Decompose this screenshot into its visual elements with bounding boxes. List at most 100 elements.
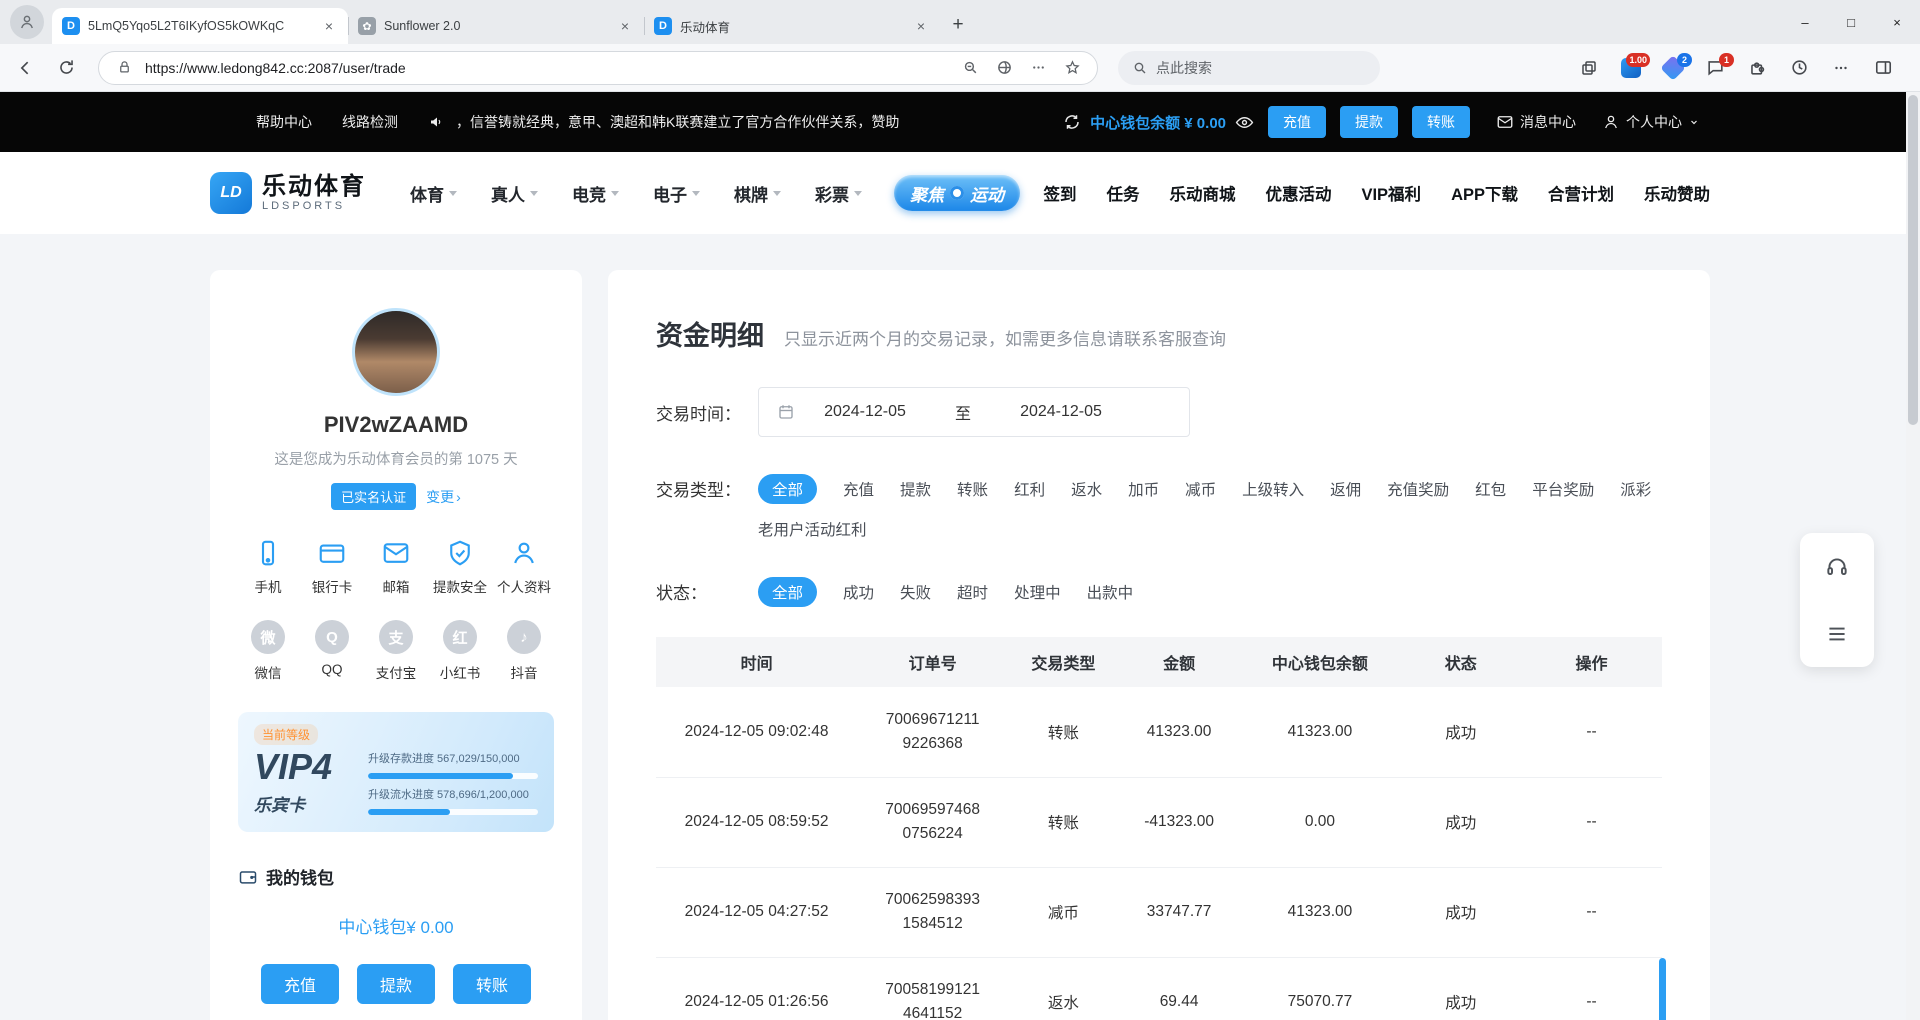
- status-pill-all[interactable]: 全部: [758, 577, 817, 607]
- lock-icon[interactable]: [111, 55, 137, 81]
- refresh-button[interactable]: [50, 52, 82, 84]
- collections-button[interactable]: [1570, 51, 1608, 85]
- transfer-button[interactable]: 转账: [453, 964, 531, 1004]
- deposit-button[interactable]: 充值: [261, 964, 339, 1004]
- nav-checkin[interactable]: 签到: [1043, 181, 1076, 205]
- nav-promotions[interactable]: 优惠活动: [1265, 181, 1331, 205]
- refresh-balance-icon[interactable]: [1063, 113, 1081, 131]
- minimize-button[interactable]: –: [1782, 0, 1828, 44]
- status-pill[interactable]: 超时: [957, 581, 988, 603]
- type-pill[interactable]: 平台奖励: [1532, 478, 1594, 500]
- eye-icon[interactable]: [1235, 113, 1254, 132]
- status-pill[interactable]: 成功: [843, 581, 874, 603]
- browser-profile-button[interactable]: [10, 5, 44, 39]
- wallet-extension-button[interactable]: 1.00: [1612, 51, 1650, 85]
- tab-close-icon[interactable]: ×: [912, 17, 930, 35]
- focus-sports-badge[interactable]: 聚焦 运动: [894, 175, 1020, 211]
- nav-sponsor[interactable]: 乐动赞助: [1644, 181, 1710, 205]
- browser-tab-active[interactable]: D 5LmQ5Yqo5L2T6IKyfOS5kOWKqC ×: [52, 8, 348, 44]
- bind-phone[interactable]: 手机: [238, 538, 298, 596]
- type-pill[interactable]: 充值奖励: [1387, 478, 1449, 500]
- zoom-icon[interactable]: [957, 55, 983, 81]
- browser-search-box[interactable]: 点此搜索: [1118, 51, 1380, 85]
- type-pill[interactable]: 转账: [957, 478, 988, 500]
- nav-tasks[interactable]: 任务: [1106, 181, 1139, 205]
- side-menu-button[interactable]: [1800, 600, 1874, 667]
- tab-close-icon[interactable]: ×: [616, 17, 634, 35]
- menu-live[interactable]: 真人: [491, 181, 538, 206]
- address-bar[interactable]: https://www.ledong842.cc:2087/user/trade: [98, 51, 1098, 85]
- type-pill[interactable]: 派彩: [1620, 478, 1651, 500]
- url-text[interactable]: https://www.ledong842.cc:2087/user/trade: [145, 60, 949, 76]
- status-pill[interactable]: 处理中: [1014, 581, 1061, 603]
- new-tab-button[interactable]: +: [944, 11, 972, 39]
- menu-cards[interactable]: 棋牌: [734, 181, 781, 206]
- nav-affiliate[interactable]: 合营计划: [1548, 181, 1614, 205]
- favorite-star-icon[interactable]: [1059, 55, 1085, 81]
- change-link[interactable]: 变更 ›: [426, 487, 461, 507]
- help-center-link[interactable]: 帮助中心: [256, 112, 312, 132]
- type-pill[interactable]: 红利: [1014, 478, 1045, 500]
- bind-email[interactable]: 邮箱: [366, 538, 426, 596]
- message-center-link[interactable]: 消息中心: [1496, 112, 1576, 132]
- type-pill[interactable]: 加币: [1128, 478, 1159, 500]
- menu-sports[interactable]: 体育: [410, 181, 457, 206]
- topbar-withdraw-button[interactable]: 提款: [1340, 106, 1398, 138]
- table-scrollbar-thumb[interactable]: [1659, 958, 1666, 1020]
- bind-qq[interactable]: Q QQ: [302, 620, 362, 682]
- customer-service-button[interactable]: [1800, 533, 1874, 600]
- chat-extension-button[interactable]: 1: [1696, 51, 1734, 85]
- status-pill[interactable]: 失败: [900, 581, 931, 603]
- type-pill[interactable]: 返水: [1071, 478, 1102, 500]
- date-to-value[interactable]: 2024-12-05: [995, 403, 1127, 421]
- browser-tab[interactable]: D 乐动体育 ×: [644, 8, 940, 44]
- line-check-link[interactable]: 线路检测: [342, 112, 398, 132]
- scrollbar-thumb[interactable]: [1908, 95, 1918, 425]
- close-button[interactable]: ×: [1874, 0, 1920, 44]
- topbar-transfer-button[interactable]: 转账: [1412, 106, 1470, 138]
- type-pill[interactable]: 老用户活动红利: [758, 518, 867, 540]
- user-avatar[interactable]: [352, 308, 440, 396]
- menu-esports[interactable]: 电竞: [572, 181, 619, 206]
- type-pill[interactable]: 返佣: [1330, 478, 1361, 500]
- bind-withdraw-safety[interactable]: 提款安全: [430, 538, 490, 596]
- type-pill[interactable]: 上级转入: [1242, 478, 1304, 500]
- page-scrollbar[interactable]: [1906, 92, 1920, 1020]
- type-pill[interactable]: 减币: [1185, 478, 1216, 500]
- game-extension-button[interactable]: 2: [1654, 51, 1692, 85]
- nav-app-download[interactable]: APP下载: [1451, 181, 1518, 205]
- back-button[interactable]: [10, 52, 42, 84]
- type-pill-all[interactable]: 全部: [758, 474, 817, 504]
- history-button[interactable]: [1780, 51, 1818, 85]
- nav-mall[interactable]: 乐动商城: [1169, 181, 1235, 205]
- nav-vip[interactable]: VIP福利: [1361, 181, 1421, 205]
- bind-wechat[interactable]: 微 微信: [238, 620, 298, 682]
- bind-xiaohongshu[interactable]: 红 小红书: [430, 620, 490, 682]
- type-pill[interactable]: 提款: [900, 478, 931, 500]
- personal-center-link[interactable]: 个人中心: [1602, 112, 1700, 132]
- date-range-picker[interactable]: 2024-12-05 至 2024-12-05: [758, 387, 1190, 437]
- bind-bank-card[interactable]: 银行卡: [302, 538, 362, 596]
- maximize-button[interactable]: □: [1828, 0, 1874, 44]
- date-from-value[interactable]: 2024-12-05: [799, 403, 931, 421]
- menu-slots[interactable]: 电子: [653, 181, 700, 206]
- more-icon[interactable]: [1025, 55, 1051, 81]
- browser-tab[interactable]: ✿ Sunflower 2.0 ×: [348, 8, 644, 44]
- bind-alipay[interactable]: 支 支付宝: [366, 620, 426, 682]
- tab-close-icon[interactable]: ×: [320, 17, 338, 35]
- withdraw-button[interactable]: 提款: [357, 964, 435, 1004]
- sidebar-toggle-button[interactable]: [1864, 51, 1902, 85]
- bind-douyin[interactable]: ♪ 抖音: [494, 620, 554, 682]
- verified-badge[interactable]: 已实名认证: [331, 483, 416, 510]
- extensions-button[interactable]: [1738, 51, 1776, 85]
- topbar-deposit-button[interactable]: 充值: [1268, 106, 1326, 138]
- bind-personal-info[interactable]: 个人资料: [494, 538, 554, 596]
- type-pill[interactable]: 充值: [843, 478, 874, 500]
- menu-lottery[interactable]: 彩票: [815, 181, 862, 206]
- status-pill[interactable]: 出款中: [1087, 581, 1134, 603]
- site-logo[interactable]: LD 乐动体育 LDSPORTS: [210, 172, 366, 214]
- type-pill[interactable]: 红包: [1475, 478, 1506, 500]
- settings-more-button[interactable]: [1822, 51, 1860, 85]
- translate-icon[interactable]: [991, 55, 1017, 81]
- vip-level-card[interactable]: 当前等级 VIP4 乐宾卡 升级存款进度 567,029/150,000 升级流…: [238, 712, 554, 832]
